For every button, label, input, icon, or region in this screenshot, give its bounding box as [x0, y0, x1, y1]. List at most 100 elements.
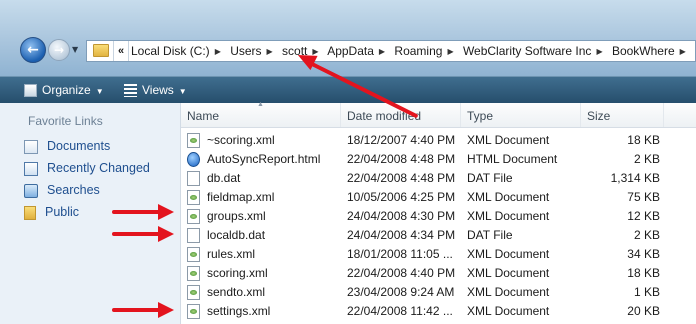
annotation-arrow-head: [158, 226, 174, 242]
back-button[interactable]: ←: [20, 37, 46, 63]
xml-file-icon: [187, 209, 200, 224]
file-date: 23/04/2008 9:24 AM: [347, 285, 455, 299]
column-header-name[interactable]: ▲ Name: [181, 101, 341, 127]
file-type: XML Document: [467, 266, 550, 280]
file-type: XML Document: [467, 285, 550, 299]
favorite-links-heading: Favorite Links: [28, 114, 103, 128]
file-row[interactable]: localdb.dat 24/04/2008 4:34 PM DAT File …: [181, 226, 696, 245]
file-name: settings.xml: [207, 304, 271, 318]
file-date: 22/04/2008 4:40 PM: [347, 266, 456, 280]
sidebar-item-label: Public: [45, 205, 80, 219]
chevron-right-icon[interactable]: ▶: [447, 47, 453, 56]
back-arrow-icon: ←: [27, 42, 39, 58]
sidebar-item-documents[interactable]: Documents: [24, 136, 110, 156]
chevron-right-icon[interactable]: ▶: [680, 47, 686, 56]
dat-file-icon: [187, 171, 200, 186]
address-bar[interactable]: « Local Disk (C:) ▶ Users ▶ scott ▶ AppData…: [86, 40, 696, 62]
file-row[interactable]: sendto.xml 23/04/2008 9:24 AM XML Docume…: [181, 283, 696, 302]
file-type: XML Document: [467, 247, 550, 261]
file-row[interactable]: ~scoring.xml 18/12/2007 4:40 PM XML Docu…: [181, 131, 696, 150]
xml-file-icon: [187, 285, 200, 300]
file-name: scoring.xml: [207, 266, 268, 280]
file-type: XML Document: [467, 209, 550, 223]
file-size: 75 KB: [627, 190, 660, 204]
file-date: 22/04/2008 11:42 ...: [347, 304, 453, 318]
xml-file-icon: [187, 266, 200, 281]
file-size: 20 KB: [627, 304, 660, 318]
column-header-type[interactable]: Type: [461, 103, 581, 127]
sidebar-item-searches[interactable]: Searches: [24, 180, 100, 200]
file-size: 1,314 KB: [610, 171, 660, 185]
file-list: ▲ Name Date modified Type Size ~scoring.…: [181, 101, 696, 324]
file-size: 12 KB: [627, 209, 660, 223]
file-name: rules.xml: [207, 247, 256, 261]
sidebar-item-label: Recently Changed: [47, 161, 150, 175]
annotation-arrow-groups: [112, 210, 160, 214]
breadcrumb-appdata[interactable]: AppData: [327, 44, 374, 58]
recent-pages-dropdown-icon[interactable]: ▼: [72, 45, 78, 54]
sidebar-item-label: Searches: [47, 183, 100, 197]
sidebar-item-recently-changed[interactable]: Recently Changed: [24, 158, 150, 178]
chevron-right-icon[interactable]: ▶: [267, 47, 273, 56]
column-header-size[interactable]: Size: [581, 103, 664, 127]
file-name: sendto.xml: [207, 285, 266, 299]
file-row[interactable]: groups.xml 24/04/2008 4:30 PM XML Docume…: [181, 207, 696, 226]
documents-icon: [24, 139, 38, 154]
organize-label: Organize: [42, 83, 91, 97]
breadcrumb-local-disk[interactable]: Local Disk (C:): [131, 44, 210, 58]
forward-arrow-icon: →: [53, 43, 65, 57]
breadcrumb-roaming[interactable]: Roaming: [394, 44, 442, 58]
public-folder-icon: [24, 205, 36, 220]
sort-ascending-icon: ▲: [257, 101, 264, 108]
sidebar-item-public[interactable]: Public: [24, 202, 79, 222]
file-row[interactable]: fieldmap.xml 10/05/2006 4:25 PM XML Docu…: [181, 188, 696, 207]
sidebar-item-label: Documents: [47, 139, 111, 153]
file-size: 1 KB: [633, 285, 660, 299]
folder-icon: [93, 44, 109, 57]
organize-button[interactable]: Organize ▼: [24, 77, 104, 105]
file-size: 34 KB: [627, 247, 660, 261]
file-name: db.dat: [207, 171, 241, 185]
column-header-row: ▲ Name Date modified Type Size: [181, 101, 696, 128]
file-size: 2 KB: [633, 228, 660, 242]
file-type: DAT File: [467, 228, 513, 242]
dat-file-icon: [187, 228, 200, 243]
xml-file-icon: [187, 304, 200, 319]
file-row[interactable]: scoring.xml 22/04/2008 4:40 PM XML Docum…: [181, 264, 696, 283]
chevron-right-icon[interactable]: ▶: [596, 47, 602, 56]
chevron-right-icon[interactable]: ▶: [215, 47, 221, 56]
html-file-icon: [187, 152, 200, 167]
file-date: 24/04/2008 4:30 PM: [347, 209, 456, 223]
searches-icon: [24, 183, 38, 198]
file-name: groups.xml: [207, 209, 266, 223]
breadcrumb: Local Disk (C:) ▶ Users ▶ scott ▶ AppData ▶ …: [131, 41, 692, 62]
file-size: 18 KB: [627, 266, 660, 280]
views-button[interactable]: Views ▼: [124, 77, 187, 105]
file-row[interactable]: AutoSyncReport.html 22/04/2008 4:48 PM H…: [181, 150, 696, 169]
breadcrumb-webclarity[interactable]: WebClarity Software Inc: [463, 44, 592, 58]
annotation-arrow-settings: [112, 308, 160, 312]
file-row[interactable]: rules.xml 18/01/2008 11:05 ... XML Docum…: [181, 245, 696, 264]
file-row[interactable]: settings.xml 22/04/2008 11:42 ... XML Do…: [181, 302, 696, 321]
file-name: AutoSyncReport.html: [207, 152, 321, 166]
forward-button[interactable]: →: [48, 39, 70, 61]
file-date: 10/05/2006 4:25 PM: [347, 190, 456, 204]
xml-file-icon: [187, 190, 200, 205]
recently-changed-icon: [24, 161, 38, 176]
breadcrumb-users[interactable]: Users: [230, 44, 261, 58]
file-date: 24/04/2008 4:34 PM: [347, 228, 456, 242]
title-bar: ← → ▼ « Local Disk (C:) ▶ Users ▶ scott ▶ A…: [0, 0, 696, 76]
file-date: 22/04/2008 4:48 PM: [347, 152, 456, 166]
file-type: HTML Document: [467, 152, 558, 166]
xml-file-icon: [187, 133, 200, 148]
address-overflow-button[interactable]: «: [113, 41, 129, 61]
file-row[interactable]: db.dat 22/04/2008 4:48 PM DAT File 1,314…: [181, 169, 696, 188]
chevron-right-icon[interactable]: ▶: [379, 47, 385, 56]
annotation-arrow-head: [158, 204, 174, 220]
file-type: XML Document: [467, 133, 550, 147]
file-date: 18/12/2007 4:40 PM: [347, 133, 456, 147]
file-type: XML Document: [467, 304, 550, 318]
file-size: 2 KB: [633, 152, 660, 166]
breadcrumb-bookwhere[interactable]: BookWhere: [612, 44, 675, 58]
file-date: 22/04/2008 4:48 PM: [347, 171, 456, 185]
